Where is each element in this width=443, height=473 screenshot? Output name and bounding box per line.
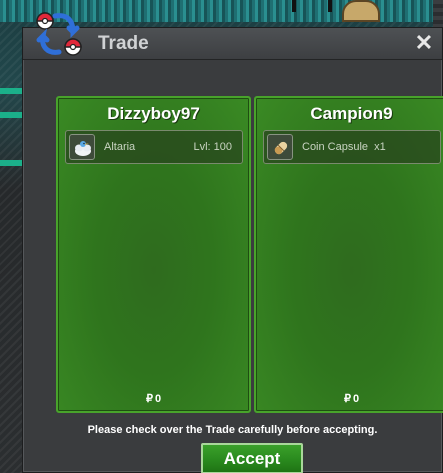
world-teal-tile (0, 112, 22, 118)
left-trader-name: Dizzyboy97 (107, 104, 200, 123)
world-npc-sprite (342, 0, 380, 22)
pokedollar-icon: ₽ (343, 393, 351, 405)
trade-window: Trade ✕ Dizzyboy97 Altaria Lvl: 100 ₽0 C… (22, 27, 443, 473)
money-amount: 0 (352, 393, 360, 405)
item-name: Coin Capsule x1 (302, 141, 386, 153)
money-amount: 0 (154, 393, 162, 405)
trade-warning-note: Please check over the Trade carefully be… (87, 424, 378, 436)
left-money: ₽0 (58, 392, 249, 405)
world-teal-tile (0, 88, 22, 94)
left-trader-panel: Dizzyboy97 Altaria Lvl: 100 ₽0 (56, 96, 251, 413)
world-post (292, 0, 296, 12)
right-trade-item[interactable]: Coin Capsule x1 (263, 130, 441, 164)
item-level: Lvl: 100 (193, 141, 232, 153)
left-trade-item[interactable]: Altaria Lvl: 100 (65, 130, 243, 164)
right-money: ₽0 (256, 392, 443, 405)
right-trader-panel: Campion9 Coin Capsule x1 ₽0 (254, 96, 443, 413)
item-quantity: x1 (374, 141, 386, 153)
item-name-text: Coin Capsule (302, 141, 369, 153)
world-teal-tile (0, 160, 22, 166)
right-trader-name: Campion9 (310, 104, 393, 123)
close-icon[interactable]: ✕ (413, 31, 435, 55)
altaria-pokemon-icon (69, 134, 95, 160)
accept-button[interactable]: Accept (201, 443, 303, 473)
pokedollar-icon: ₽ (145, 393, 153, 405)
coin-capsule-icon (267, 134, 293, 160)
world-post (328, 0, 332, 12)
trade-exchange-icon (29, 8, 91, 60)
window-title: Trade (98, 33, 149, 54)
item-name: Altaria (104, 141, 136, 153)
